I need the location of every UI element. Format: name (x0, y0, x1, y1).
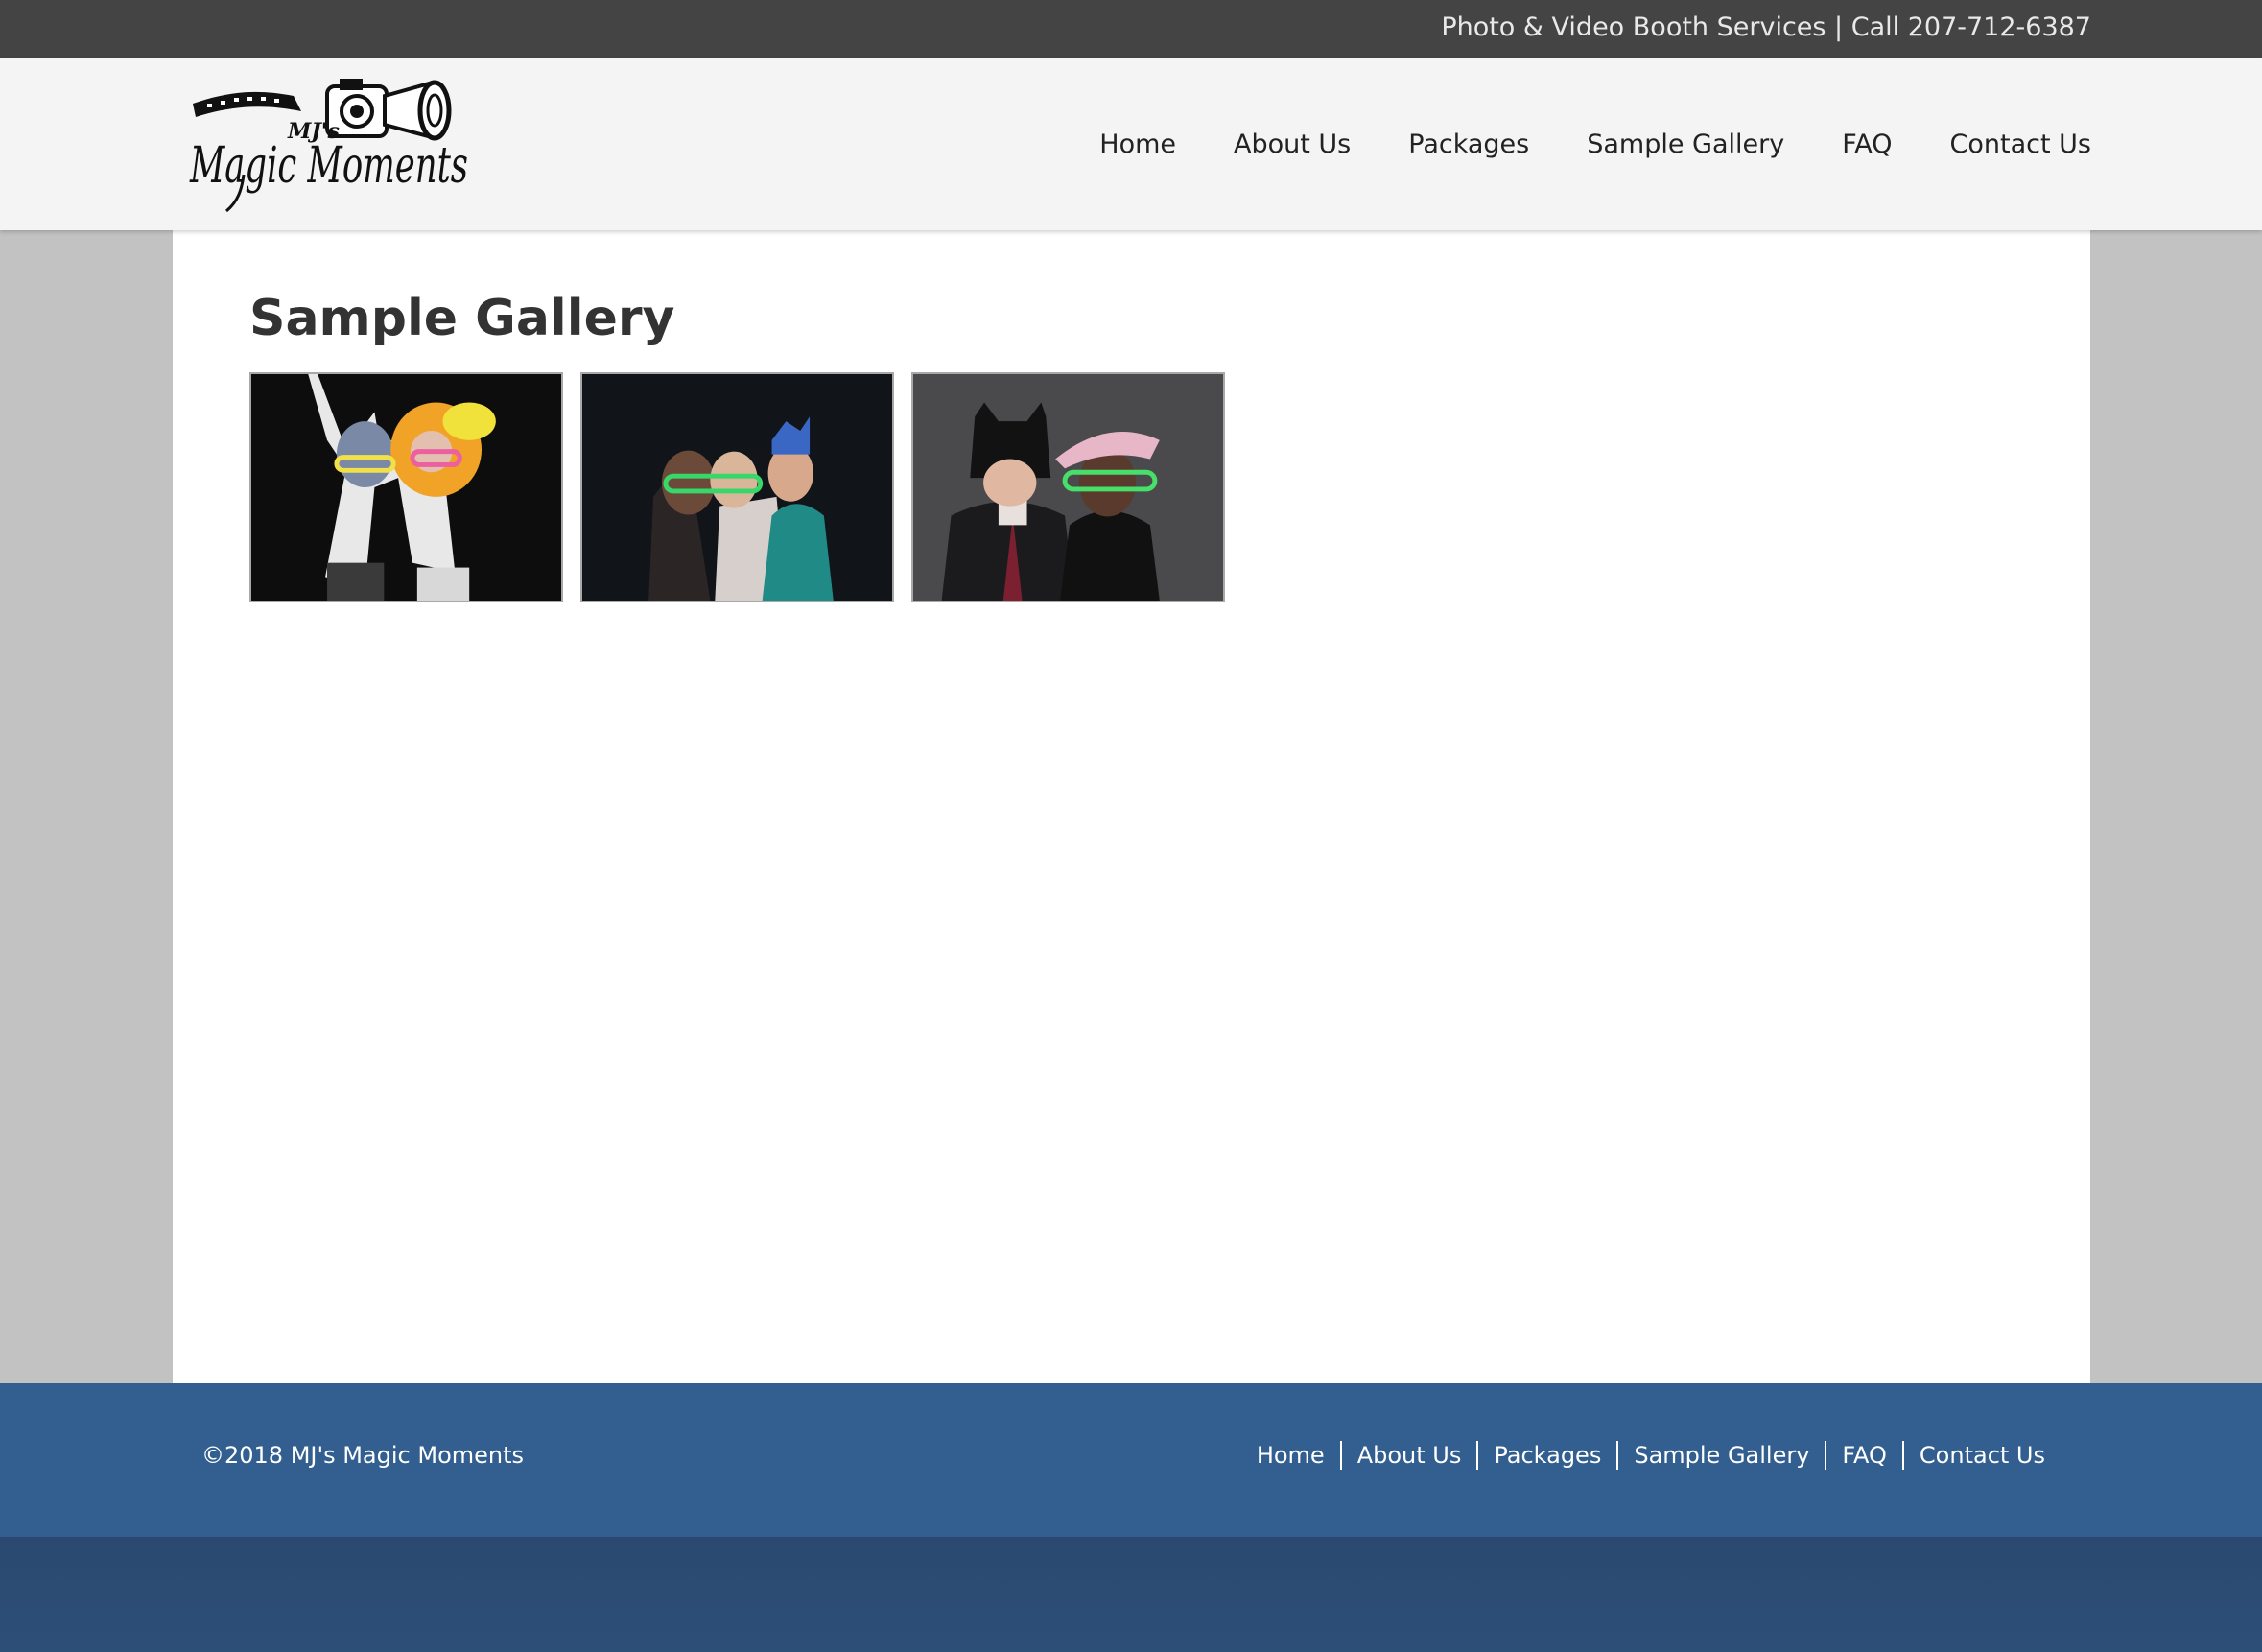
nav-about-us[interactable]: About Us (1234, 130, 1351, 159)
nav-sample-gallery[interactable]: Sample Gallery (1587, 130, 1784, 159)
nav-home[interactable]: Home (1099, 130, 1176, 159)
photo-booth-image-1 (251, 374, 561, 601)
footer-copyright: ©2018 MJ's Magic Moments (201, 1442, 525, 1469)
footer-nav-home[interactable]: Home (1241, 1441, 1340, 1470)
footer-nav-about-us[interactable]: About Us (1342, 1441, 1477, 1470)
top-bar: Photo & Video Booth Services | Call 207-… (0, 0, 2262, 58)
svg-text:Magic Moments: Magic Moments (189, 137, 468, 195)
main-nav: Home About Us Packages Sample Gallery FA… (1042, 58, 2091, 230)
main-content: Sample Gallery (173, 230, 2090, 1383)
photo-booth-image-3 (913, 374, 1223, 601)
footer-nav-sample-gallery[interactable]: Sample Gallery (1618, 1441, 1825, 1470)
gallery-thumbnail-1[interactable] (249, 372, 563, 602)
nav-packages[interactable]: Packages (1408, 130, 1529, 159)
footer-nav-packages[interactable]: Packages (1478, 1441, 1616, 1470)
footer-nav-faq[interactable]: FAQ (1826, 1441, 1902, 1470)
top-bar-contact-text: Photo & Video Booth Services | Call 207-… (1441, 12, 2091, 42)
footer-nav-contact-us[interactable]: Contact Us (1904, 1441, 2045, 1470)
site-logo[interactable]: MJ's Magic Moments (188, 75, 470, 214)
site-footer: ©2018 MJ's Magic Moments Home About Us P… (0, 1383, 2262, 1537)
bottom-band (0, 1537, 2262, 1652)
page-title: Sample Gallery (249, 290, 675, 347)
gallery-thumbnail-2[interactable] (580, 372, 894, 602)
photo-booth-image-2 (582, 374, 892, 601)
magic-moments-logo-icon: MJ's Magic Moments (189, 79, 468, 213)
nav-faq[interactable]: FAQ (1842, 130, 1892, 159)
nav-contact-us[interactable]: Contact Us (1950, 130, 2091, 159)
footer-nav: Home About Us Packages Sample Gallery FA… (1241, 1383, 2045, 1527)
gallery-grid (249, 372, 1242, 602)
gallery-thumbnail-3[interactable] (911, 372, 1225, 602)
site-header: MJ's Magic Moments Home About Us Package… (0, 58, 2262, 230)
